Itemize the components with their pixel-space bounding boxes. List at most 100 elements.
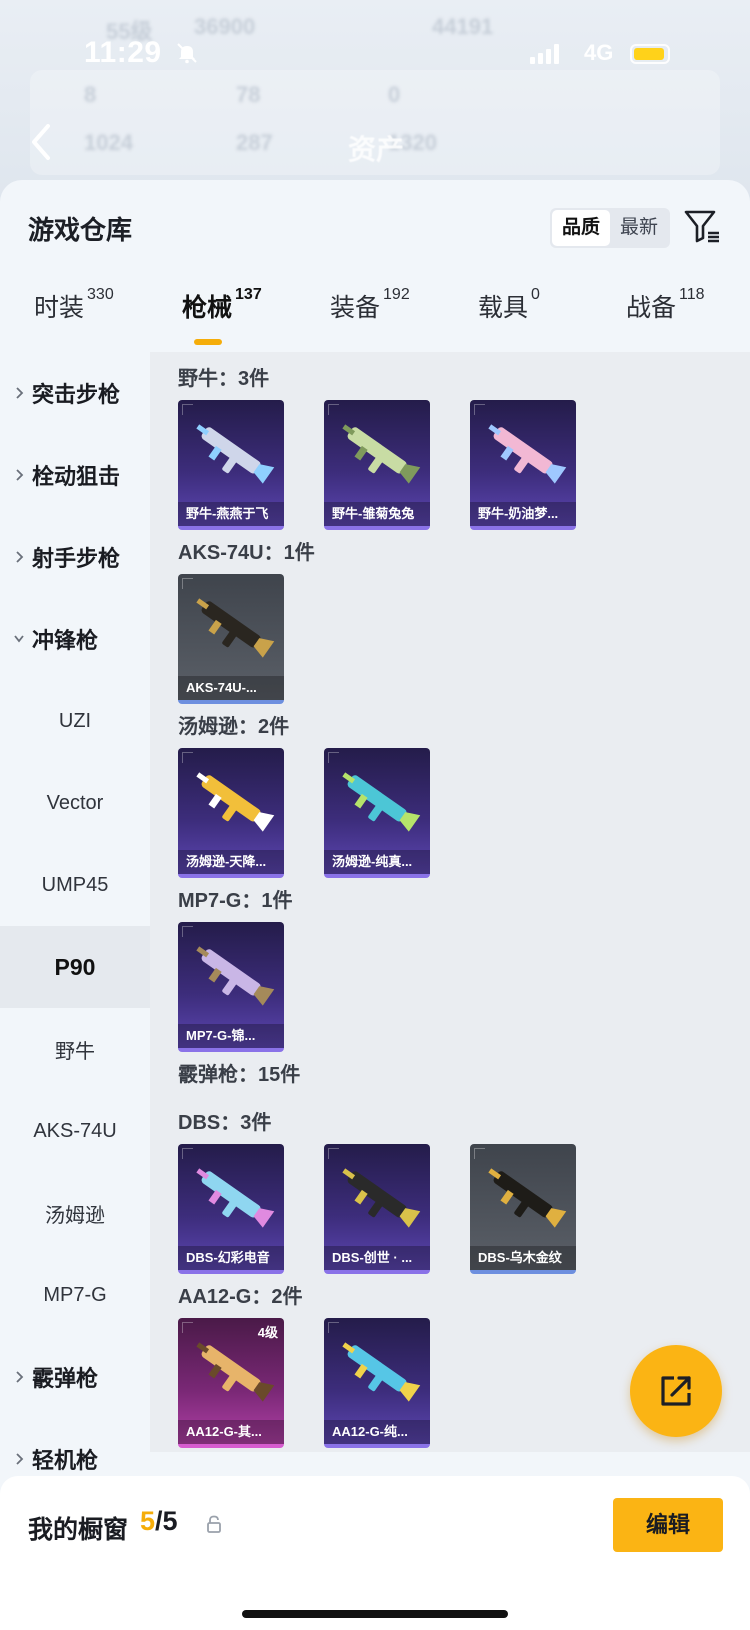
item-card[interactable]: 汤姆逊-纯真... bbox=[324, 748, 430, 878]
gun-skin-image bbox=[342, 1342, 421, 1402]
category-label: 栓动狙击 bbox=[32, 464, 121, 489]
tab-label: 枪械 bbox=[182, 294, 233, 322]
category-item[interactable]: 冲锋枪 bbox=[0, 598, 150, 680]
group-title: 霰弹枪：15件 bbox=[178, 1064, 301, 1086]
gun-skin-image bbox=[196, 1342, 275, 1402]
gun-skin-image bbox=[196, 772, 275, 832]
category-item[interactable]: MP7-G bbox=[0, 1254, 150, 1336]
background-page-title: 资产 bbox=[348, 134, 405, 165]
item-name: 野牛-燕燕于飞 bbox=[178, 502, 284, 526]
background-ghost-text: 0 bbox=[388, 82, 401, 107]
category-item[interactable]: Vector bbox=[0, 762, 150, 844]
item-grid: 野牛：3件野牛-燕燕于飞 野牛-雏菊兔兔 野牛-奶油梦... AKS-74U：1件 AK… bbox=[150, 352, 750, 1452]
category-tabs: 时装 330 枪械 137 装备 192 载具 0 战备 118 bbox=[0, 286, 750, 348]
item-card[interactable]: AA12-G-纯... bbox=[324, 1318, 430, 1448]
item-card[interactable]: 野牛-雏菊兔兔 bbox=[324, 400, 430, 530]
category-item[interactable]: 野牛 bbox=[0, 1008, 150, 1090]
chevron-right-icon bbox=[16, 1371, 24, 1383]
tab-firearms[interactable]: 枪械 137 bbox=[182, 286, 262, 324]
category-sidebar: 突击步枪栓动狙击射手步枪冲锋枪 UZI Vector UMP45 P90 野牛 AKS-74… bbox=[0, 352, 150, 1473]
category-label: P90 bbox=[54, 953, 96, 980]
item-card[interactable]: 4级 AA12-G-其... bbox=[178, 1318, 284, 1448]
filter-icon[interactable] bbox=[682, 206, 722, 246]
category-label: 射手步枪 bbox=[32, 546, 121, 571]
group-title: 野牛：3件 bbox=[178, 368, 270, 390]
network-label: 4G bbox=[584, 40, 614, 65]
showcase-current: 5 bbox=[140, 1506, 156, 1536]
item-name: MP7-G-锦... bbox=[178, 1024, 284, 1048]
gun-skin-image bbox=[196, 598, 275, 658]
tab-label: 载具 bbox=[478, 294, 529, 322]
tab-supplies[interactable]: 战备 118 bbox=[626, 286, 705, 324]
group-title: 汤姆逊：2件 bbox=[178, 716, 290, 738]
gun-skin-image bbox=[488, 1168, 567, 1228]
sort-option-latest[interactable]: 最新 bbox=[610, 210, 668, 246]
category-label: UMP45 bbox=[41, 873, 109, 896]
item-card[interactable]: DBS-乌木金纹 bbox=[470, 1144, 576, 1274]
item-name: 汤姆逊-纯真... bbox=[324, 850, 430, 874]
item-card[interactable]: AKS-74U-... bbox=[178, 574, 284, 704]
background-ghost-text: 8 bbox=[84, 82, 97, 107]
gun-skin-image bbox=[196, 1168, 275, 1228]
edit-button[interactable]: 编辑 bbox=[613, 1498, 723, 1552]
tab-label: 装备 bbox=[330, 294, 381, 322]
gun-skin-image bbox=[342, 424, 421, 484]
sort-option-quality[interactable]: 品质 bbox=[552, 210, 611, 246]
category-label: 野牛 bbox=[55, 1040, 95, 1063]
category-item[interactable]: 射手步枪 bbox=[0, 516, 150, 598]
background-ghost-text: 78 bbox=[236, 82, 261, 107]
item-card[interactable]: DBS-幻彩电音 bbox=[178, 1144, 284, 1274]
item-name: 野牛-雏菊兔兔 bbox=[324, 502, 430, 526]
group-title: AKS-74U：1件 bbox=[178, 542, 315, 564]
background-ghost-text: 1024 bbox=[84, 130, 133, 155]
category-item[interactable]: 突击步枪 bbox=[0, 352, 150, 434]
tab-count: 330 bbox=[87, 286, 114, 303]
category-item[interactable]: 霰弹枪 bbox=[0, 1336, 150, 1418]
share-button[interactable] bbox=[630, 1345, 722, 1437]
status-time: 11:29 bbox=[84, 36, 162, 69]
category-item[interactable]: 汤姆逊 bbox=[0, 1172, 150, 1254]
category-item[interactable]: AKS-74U bbox=[0, 1090, 150, 1172]
status-bar: 11:29 4G bbox=[0, 36, 750, 76]
item-card[interactable]: DBS-创世 · ... bbox=[324, 1144, 430, 1274]
chevron-right-icon bbox=[16, 551, 24, 563]
category-item[interactable]: UMP45 bbox=[0, 844, 150, 926]
item-name: AA12-G-纯... bbox=[324, 1420, 430, 1444]
background-header: 55级 36900 44191 8 78 0 1024 287 1320 资产 11:29 4G bbox=[0, 0, 750, 200]
item-card[interactable]: 野牛-燕燕于飞 bbox=[178, 400, 284, 530]
showcase-label: 我的橱窗 bbox=[28, 1516, 129, 1544]
category-label: 汤姆逊 bbox=[45, 1204, 105, 1227]
showcase-count: 5/5 bbox=[140, 1506, 178, 1537]
tab-vehicles[interactable]: 载具 0 bbox=[478, 286, 540, 324]
sort-toggle: 品质 最新 bbox=[550, 208, 671, 248]
signal-icon bbox=[530, 44, 559, 64]
background-ghost-text: 287 bbox=[236, 130, 273, 155]
item-card[interactable]: MP7-G-锦... bbox=[178, 922, 284, 1052]
category-item[interactable]: UZI bbox=[0, 680, 150, 762]
item-card[interactable]: 野牛-奶油梦... bbox=[470, 400, 576, 530]
showcase-bar: 我的橱窗 5/5 编辑 bbox=[0, 1476, 750, 1630]
chevron-right-icon bbox=[16, 1453, 24, 1465]
item-card[interactable]: 汤姆逊-天降... bbox=[178, 748, 284, 878]
active-tab-indicator bbox=[194, 339, 222, 345]
battery-icon bbox=[630, 44, 670, 64]
tab-count: 118 bbox=[679, 286, 705, 303]
item-name: AKS-74U-... bbox=[178, 676, 284, 700]
lock-icon bbox=[207, 1515, 221, 1533]
category-label: 轻机枪 bbox=[32, 1448, 99, 1473]
chevron-right-icon bbox=[16, 469, 24, 481]
level-badge: 4级 bbox=[257, 1325, 278, 1340]
tab-count: 0 bbox=[531, 286, 540, 303]
tab-fashion[interactable]: 时装 330 bbox=[34, 286, 114, 324]
back-chevron-icon[interactable] bbox=[26, 122, 56, 162]
category-label: MP7-G bbox=[43, 1283, 107, 1306]
category-item[interactable]: P90 bbox=[0, 926, 150, 1008]
category-item[interactable]: 栓动狙击 bbox=[0, 434, 150, 516]
bell-mute-icon bbox=[177, 43, 197, 64]
chevron-right-icon bbox=[16, 387, 24, 399]
item-name: 野牛-奶油梦... bbox=[470, 502, 576, 526]
tab-count: 137 bbox=[235, 286, 262, 303]
tab-equipment[interactable]: 装备 192 bbox=[330, 286, 410, 324]
category-label: 冲锋枪 bbox=[32, 628, 99, 653]
item-name: DBS-乌木金纹 bbox=[470, 1246, 576, 1270]
